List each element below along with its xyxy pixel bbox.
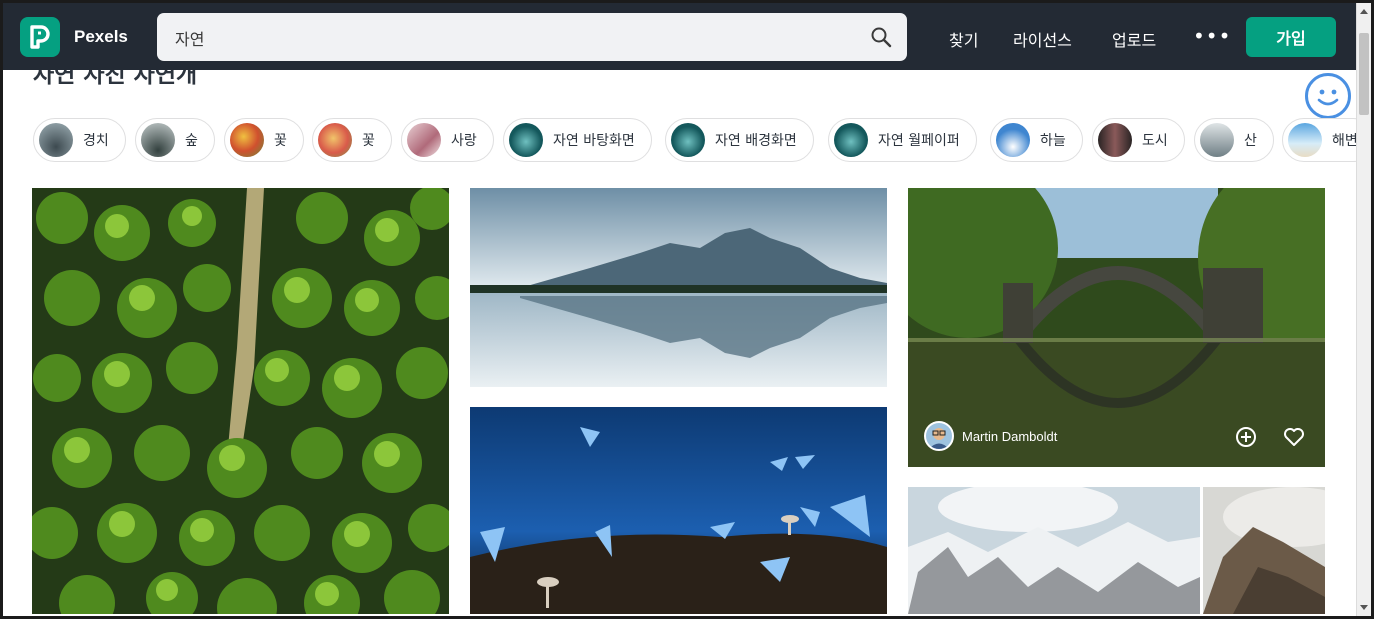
chip-label: 자연 바탕화면 [553, 133, 635, 149]
browser-frame: Pexels 자연 찾기 라이선스 업로드 ••• 가입 자연 사진 자연개 경… [0, 0, 1374, 619]
chip-flower-2[interactable]: 꽃 [312, 118, 392, 162]
photo-forest[interactable] [32, 188, 449, 614]
photo-snow-mountains[interactable] [908, 487, 1200, 614]
chip-love[interactable]: 사랑 [401, 118, 494, 162]
photo-butterflies[interactable] [470, 407, 887, 614]
chip-label: 하늘 [1040, 133, 1066, 149]
forest-image [32, 188, 449, 614]
chip-label: 자연 월페이퍼 [878, 133, 960, 149]
chip-thumbnail [996, 123, 1030, 157]
chip-label: 해변 [1332, 133, 1356, 149]
pexels-logo[interactable] [20, 17, 60, 57]
brand-name[interactable]: Pexels [74, 27, 128, 47]
photographer-avatar[interactable] [924, 421, 954, 451]
search-input[interactable]: 자연 [175, 26, 204, 50]
nav-upload[interactable]: 업로드 [1112, 27, 1156, 51]
snow-mountains-image [908, 487, 1200, 614]
add-to-collection-icon[interactable] [1234, 425, 1258, 449]
chip-thumbnail [509, 123, 543, 157]
chip-label: 경치 [83, 133, 109, 149]
photo-lake[interactable] [470, 188, 887, 387]
pexels-logo-icon [30, 25, 50, 49]
join-button[interactable]: 가입 [1246, 17, 1336, 57]
chip-flower[interactable]: 꽃 [224, 118, 304, 162]
related-search-chips: 경치 숲 꽃 꽃 사랑 자연 바탕화면 자연 배경화면 자연 월페이퍼 하늘 도… [33, 118, 1356, 164]
chip-label: 자연 배경화면 [715, 133, 797, 149]
chip-thumbnail [671, 123, 705, 157]
chip-label: 꽃 [362, 133, 375, 149]
scrollbar[interactable] [1356, 3, 1371, 616]
chip-label: 산 [1244, 133, 1257, 149]
like-heart-icon[interactable] [1282, 425, 1306, 449]
scroll-down-arrow-icon[interactable] [1360, 605, 1368, 610]
search-icon[interactable] [869, 25, 893, 49]
scroll-up-arrow-icon[interactable] [1360, 9, 1368, 14]
chip-mountain[interactable]: 산 [1194, 118, 1274, 162]
chip-nature-wallpaper-1[interactable]: 자연 바탕화면 [503, 118, 652, 162]
chip-landscape[interactable]: 경치 [33, 118, 126, 162]
chip-thumbnail [407, 123, 441, 157]
chip-thumbnail [1288, 123, 1322, 157]
chip-label: 숲 [185, 133, 198, 149]
chip-nature-wallpaper-2[interactable]: 자연 배경화면 [665, 118, 814, 162]
chip-forest[interactable]: 숲 [135, 118, 215, 162]
chip-nature-wallpaper-3[interactable]: 자연 월페이퍼 [828, 118, 977, 162]
chip-thumbnail [1200, 123, 1234, 157]
chip-thumbnail [141, 123, 175, 157]
chip-city[interactable]: 도시 [1092, 118, 1185, 162]
chip-sky[interactable]: 하늘 [990, 118, 1083, 162]
scroll-thumb[interactable] [1359, 33, 1369, 115]
photo-credit[interactable]: Martin Damboldt [924, 421, 1057, 451]
butterflies-image [470, 407, 887, 614]
chip-beach[interactable]: 해변 [1282, 118, 1356, 162]
chip-thumbnail [318, 123, 352, 157]
top-nav: Pexels 자연 찾기 라이선스 업로드 ••• 가입 [3, 3, 1356, 70]
chip-label: 꽃 [274, 133, 287, 149]
lake-image [470, 188, 887, 387]
more-icon[interactable]: ••• [1193, 26, 1231, 46]
chip-label: 도시 [1142, 133, 1168, 149]
chip-thumbnail [39, 123, 73, 157]
smiley-icon[interactable] [1305, 73, 1351, 119]
search-bar[interactable]: 자연 [157, 13, 907, 61]
photographer-name[interactable]: Martin Damboldt [962, 429, 1057, 444]
photo-rocky-peak[interactable] [1203, 487, 1325, 614]
nav-explore[interactable]: 찾기 [949, 27, 978, 51]
chip-thumbnail [230, 123, 264, 157]
rocky-peak-image [1203, 487, 1325, 614]
photo-bridge[interactable]: Martin Damboldt [908, 188, 1325, 467]
nav-license[interactable]: 라이선스 [1013, 27, 1072, 51]
chip-thumbnail [1098, 123, 1132, 157]
chip-thumbnail [834, 123, 868, 157]
chip-label: 사랑 [451, 133, 477, 149]
